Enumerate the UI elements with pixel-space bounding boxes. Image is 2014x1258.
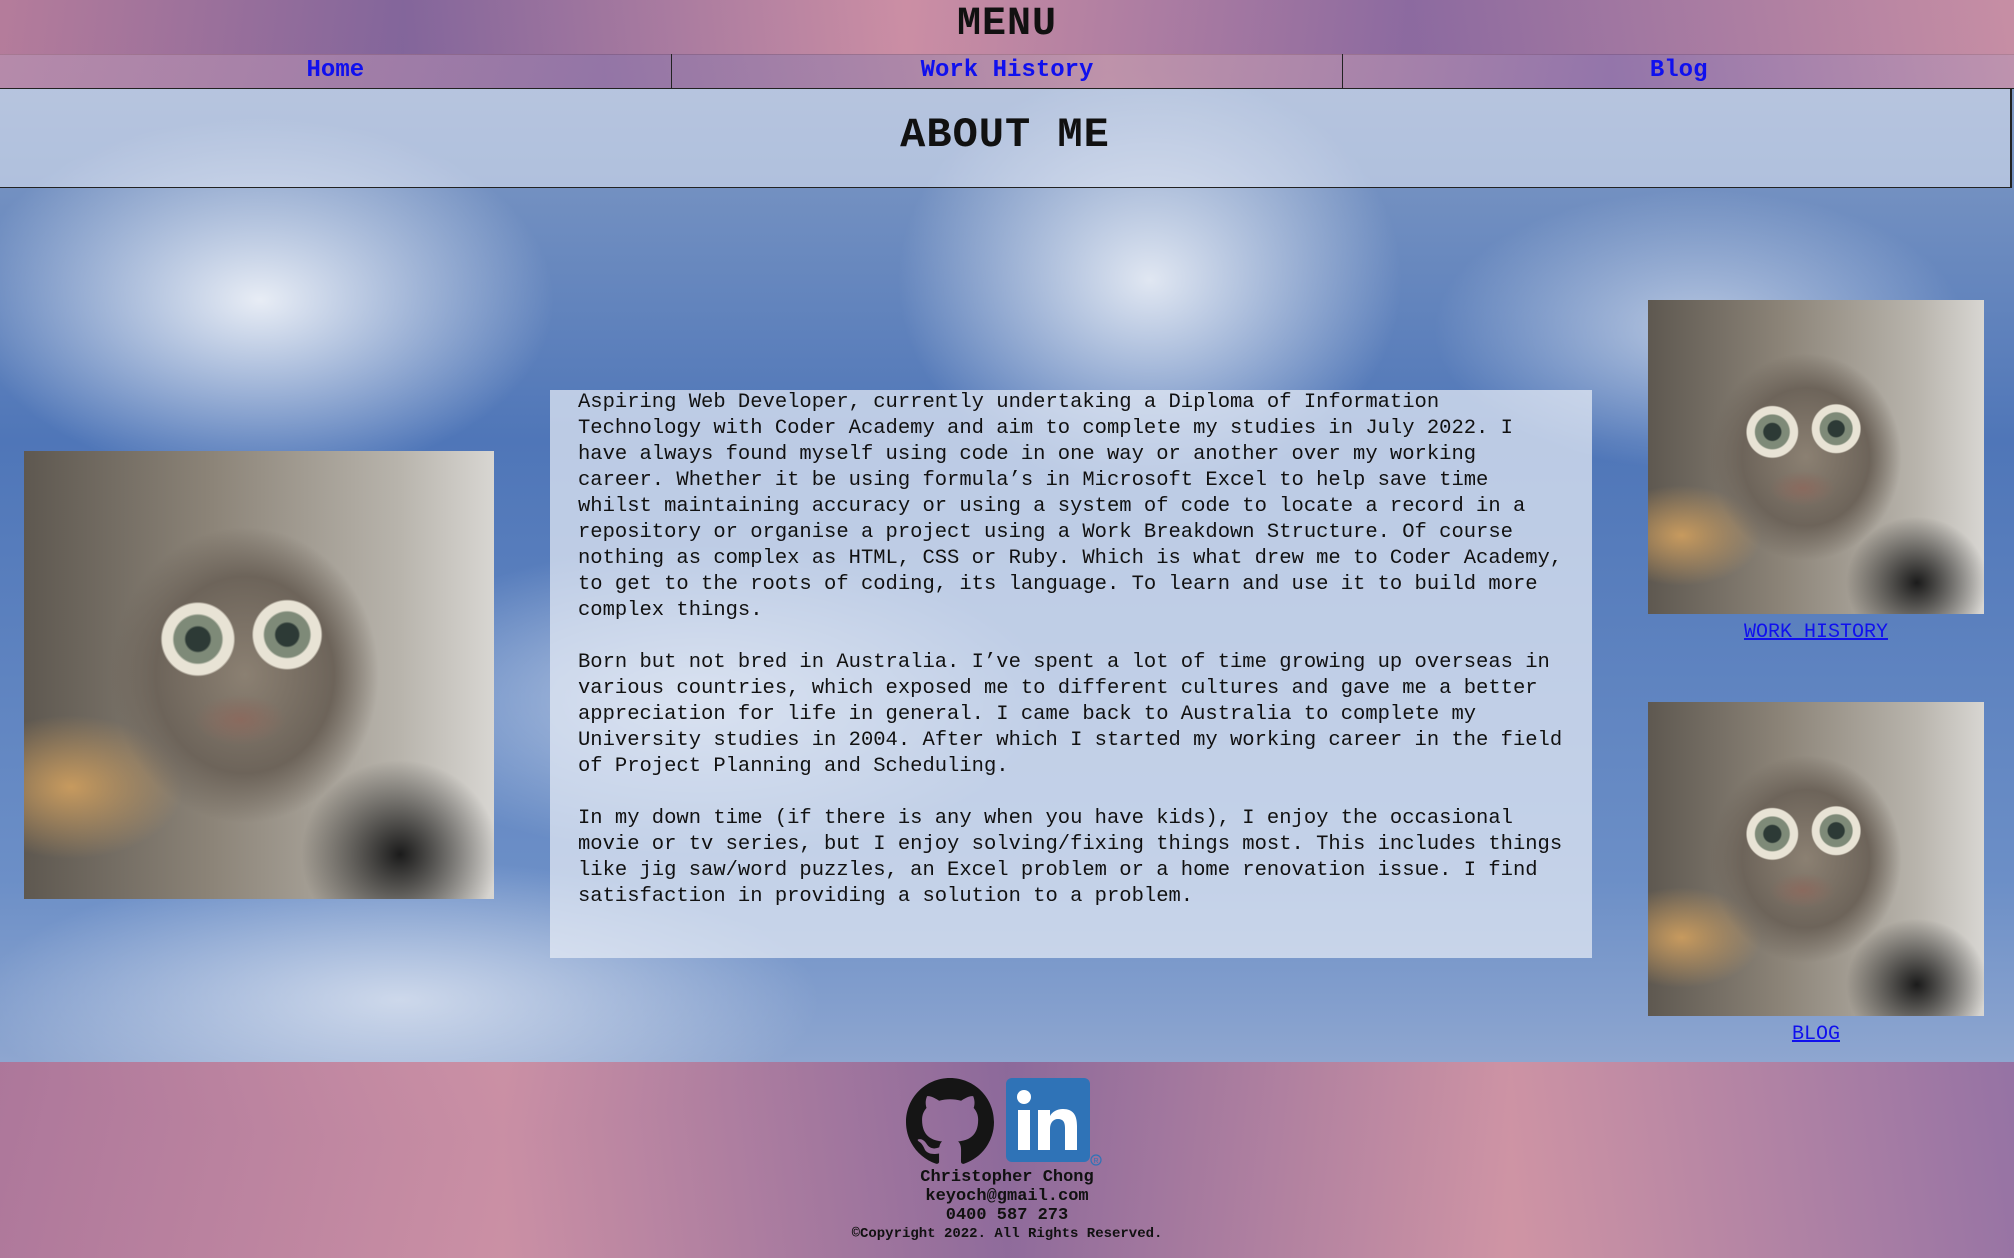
work-history-image-link[interactable]: [1648, 300, 1984, 614]
blog-image-link[interactable]: [1648, 702, 1984, 1016]
about-header: ABOUT ME: [0, 89, 2012, 188]
menu-bar: MENU: [0, 0, 2014, 55]
github-icon[interactable]: [906, 1078, 994, 1166]
footer-name: Christopher Chong: [920, 1168, 1094, 1187]
nav-blog-link[interactable]: Blog: [1343, 54, 2014, 88]
kitten-photo: [24, 451, 494, 899]
linkedin-icon[interactable]: R: [1006, 1078, 1102, 1166]
page-title: ABOUT ME: [900, 111, 1110, 159]
footer: R Christopher Chong keyoch@gmail.com 040…: [0, 1062, 2014, 1258]
work-history-link[interactable]: WORK HISTORY: [1648, 621, 1984, 644]
blog-link[interactable]: BLOG: [1648, 1023, 1984, 1046]
about-paragraph: Aspiring Web Developer, currently undert…: [578, 391, 1563, 622]
menu-title: MENU: [956, 2, 1057, 47]
social-icons: R: [906, 1078, 1106, 1168]
nav-home-link[interactable]: Home: [0, 54, 672, 88]
nav-work-history-link[interactable]: Work History: [672, 54, 1344, 88]
about-paragraph: Born but not bred in Australia. I’ve spe…: [578, 651, 1563, 778]
main-nav: Home Work History Blog: [0, 54, 2014, 89]
footer-email: keyoch@gmail.com: [925, 1187, 1089, 1206]
about-text-panel: Aspiring Web Developer, currently undert…: [550, 390, 1592, 958]
about-paragraph: In my down time (if there is any when yo…: [578, 807, 1563, 908]
footer-phone: 0400 587 273: [945, 1206, 1069, 1225]
svg-text:R: R: [1093, 1158, 1098, 1165]
footer-copyright: ©Copyright 2022. All Rights Reserved.: [851, 1226, 1163, 1242]
